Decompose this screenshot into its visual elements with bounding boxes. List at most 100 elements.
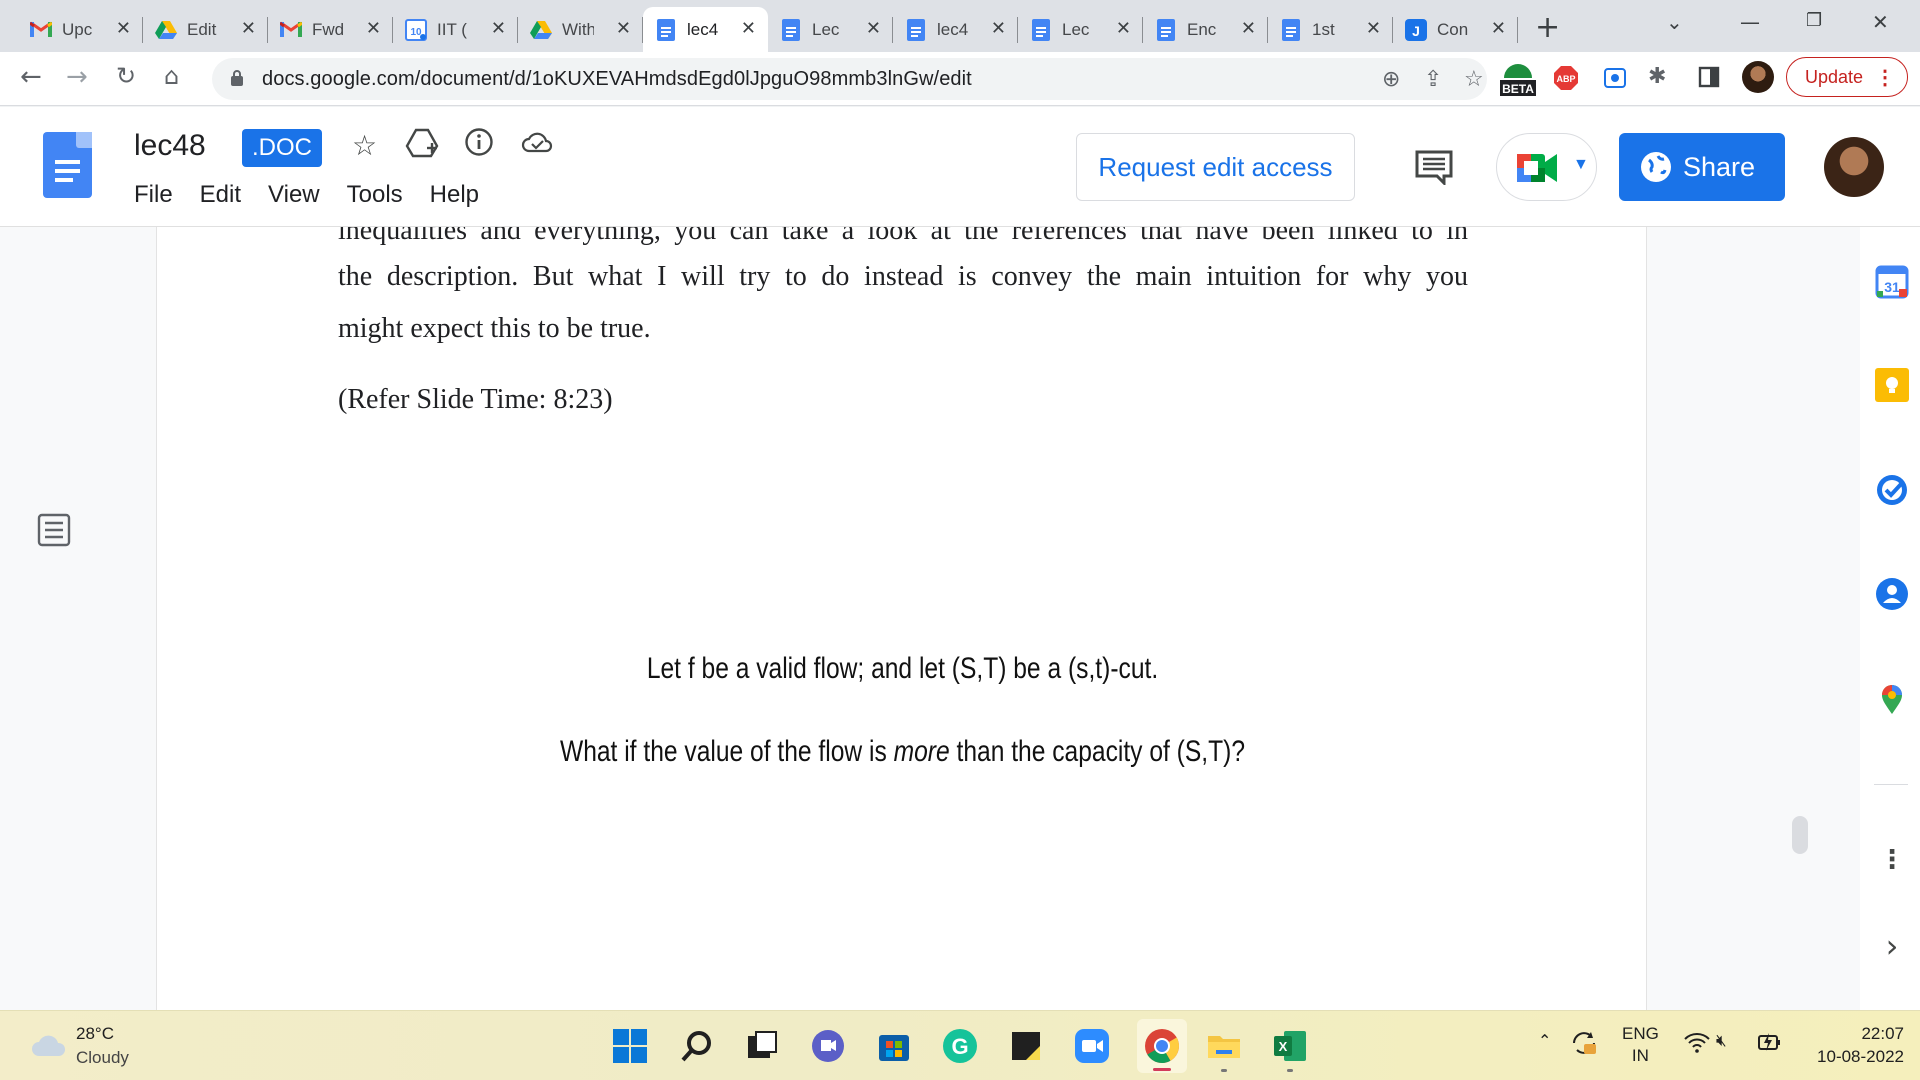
browser-toolbar: ← → ↻ ⌂ docs.google.com/document/d/1oKUX…	[0, 52, 1920, 106]
reload-button[interactable]: ↻	[116, 62, 136, 90]
browser-tab[interactable]: 10 IIT (✕	[393, 7, 518, 52]
side-panel: 31 ⋮ ›	[1860, 227, 1920, 1010]
zoom-app-icon[interactable]	[1074, 1028, 1110, 1064]
close-tab-icon[interactable]: ✕	[616, 18, 631, 39]
browser-tab[interactable]: lec4 ✕	[643, 7, 768, 52]
close-tab-icon[interactable]: ✕	[366, 18, 381, 39]
wifi-icon[interactable]	[1684, 1033, 1710, 1058]
request-edit-access-button[interactable]: Request edit access	[1076, 133, 1355, 201]
browser-tab[interactable]: lec4 ✕	[893, 7, 1018, 52]
google-contacts-icon[interactable]	[1875, 577, 1909, 611]
meet-button[interactable]: ▼	[1496, 133, 1597, 201]
browser-tab[interactable]: Edit ✕	[143, 7, 268, 52]
task-view-icon[interactable]	[744, 1028, 780, 1064]
google-maps-icon[interactable]	[1875, 682, 1909, 716]
adblock-icon[interactable]: ABP	[1553, 65, 1579, 96]
clock-time[interactable]: 22:07	[1850, 1024, 1904, 1044]
document-title[interactable]: lec48	[134, 129, 206, 163]
close-tab-icon[interactable]: ✕	[866, 18, 881, 39]
back-button[interactable]: ←	[20, 62, 42, 92]
menu-help[interactable]: Help	[430, 181, 479, 209]
close-tab-icon[interactable]: ✕	[1116, 18, 1131, 39]
close-tab-icon[interactable]: ✕	[491, 18, 506, 39]
browser-tab[interactable]: With ✕	[518, 7, 643, 52]
show-hidden-icons-chevron[interactable]: ⌃	[1538, 1031, 1551, 1050]
extensions-puzzle-icon[interactable]: ✱	[1648, 64, 1666, 89]
home-button[interactable]: ⌂	[164, 62, 179, 90]
update-button[interactable]: Update ⋮	[1786, 57, 1908, 97]
share-button[interactable]: Share	[1619, 133, 1785, 201]
tab-title: Lec	[812, 19, 840, 39]
clock-date[interactable]: 10-08-2022	[1800, 1047, 1904, 1067]
battery-charging-icon[interactable]	[1756, 1031, 1782, 1058]
search-icon[interactable]	[679, 1028, 715, 1064]
tab-title: Enc	[1187, 19, 1217, 39]
close-window-button[interactable]: ✕	[1872, 10, 1889, 34]
minimize-window-button[interactable]: —	[1740, 10, 1760, 34]
google-calendar-icon[interactable]: 31	[1875, 265, 1909, 299]
document-outline-icon[interactable]	[37, 513, 71, 552]
close-tab-icon[interactable]: ✕	[1366, 18, 1381, 39]
sync-status-icon[interactable]	[1570, 1029, 1598, 1062]
restore-window-button[interactable]: ❐	[1806, 10, 1822, 31]
volume-muted-icon[interactable]: 🔇︎	[1716, 1031, 1727, 1051]
more-apps-icon[interactable]: ⋮	[1875, 845, 1909, 879]
google-tasks-icon[interactable]	[1875, 473, 1909, 507]
browser-tab[interactable]: Upc ✕	[18, 7, 143, 52]
input-language[interactable]: ENG IN	[1622, 1024, 1659, 1066]
close-tab-icon[interactable]: ✕	[741, 18, 756, 39]
share-page-icon[interactable]: ⇪	[1424, 67, 1442, 92]
chrome-taskbar-button[interactable]	[1137, 1019, 1187, 1073]
close-tab-icon[interactable]: ✕	[116, 18, 131, 39]
browser-tab[interactable]: J Con ✕	[1393, 7, 1518, 52]
profile-avatar[interactable]	[1742, 61, 1774, 93]
menu-file[interactable]: File	[134, 181, 173, 209]
bookmark-star-icon[interactable]: ☆	[1464, 67, 1484, 92]
microsoft-store-icon[interactable]	[876, 1028, 912, 1064]
star-icon[interactable]: ☆	[352, 129, 377, 162]
menu-view[interactable]: View	[268, 181, 320, 209]
teams-chat-icon[interactable]	[810, 1028, 846, 1064]
expand-panel-icon[interactable]: ›	[1875, 927, 1909, 965]
browser-tab[interactable]: Lec ✕	[1018, 7, 1143, 52]
screen-capture-icon[interactable]	[1604, 68, 1626, 93]
tab-search-chevron-icon[interactable]: ⌄	[1666, 10, 1683, 34]
browser-tab[interactable]: Fwd ✕	[268, 7, 393, 52]
grammarly-icon[interactable]: G	[942, 1028, 978, 1064]
sticky-notes-icon[interactable]	[1008, 1028, 1044, 1064]
google-drive-icon	[155, 19, 177, 41]
google-keep-icon[interactable]	[1875, 368, 1909, 402]
tab-title: lec4	[687, 19, 719, 39]
svg-text:J: J	[1412, 23, 1420, 39]
browser-tab[interactable]: 1st ✕	[1268, 7, 1393, 52]
new-tab-button[interactable]: +	[1535, 10, 1560, 45]
svg-text:X: X	[1279, 1039, 1288, 1054]
close-tab-icon[interactable]: ✕	[1241, 18, 1256, 39]
close-tab-icon[interactable]: ✕	[241, 18, 256, 39]
address-bar[interactable]: docs.google.com/document/d/1oKUXEVAHmdsd…	[212, 58, 1487, 100]
menu-tools[interactable]: Tools	[347, 181, 403, 209]
cloud-saved-icon[interactable]	[521, 129, 553, 162]
side-panel-toggle-icon[interactable]	[1698, 66, 1720, 93]
info-icon[interactable]	[464, 127, 494, 164]
close-tab-icon[interactable]: ✕	[991, 18, 1006, 39]
beta-extension-icon[interactable]: BETA	[1498, 58, 1538, 105]
forward-button[interactable]: →	[66, 62, 88, 92]
cloud-icon[interactable]	[30, 1031, 68, 1064]
move-to-drive-icon[interactable]	[405, 127, 439, 166]
browser-tab[interactable]: Lec ✕	[768, 7, 893, 52]
zoom-icon[interactable]: ⊕	[1382, 67, 1400, 92]
weather-condition[interactable]: Cloudy	[76, 1048, 129, 1068]
docs-logo-icon[interactable]	[43, 132, 92, 198]
menu-edit[interactable]: Edit	[200, 181, 241, 209]
browser-tab[interactable]: Enc ✕	[1143, 7, 1268, 52]
comments-icon[interactable]	[1414, 149, 1454, 190]
close-tab-icon[interactable]: ✕	[1491, 18, 1506, 39]
account-avatar[interactable]	[1824, 137, 1884, 197]
windows-start-icon[interactable]	[612, 1028, 648, 1064]
vertical-scrollbar-thumb[interactable]	[1792, 816, 1808, 854]
document-page[interactable]: inequalities and everything, you can tak…	[156, 227, 1647, 1010]
weather-temperature[interactable]: 28°C	[76, 1024, 114, 1044]
file-explorer-icon[interactable]	[1206, 1028, 1242, 1072]
excel-icon[interactable]: X	[1272, 1028, 1308, 1072]
